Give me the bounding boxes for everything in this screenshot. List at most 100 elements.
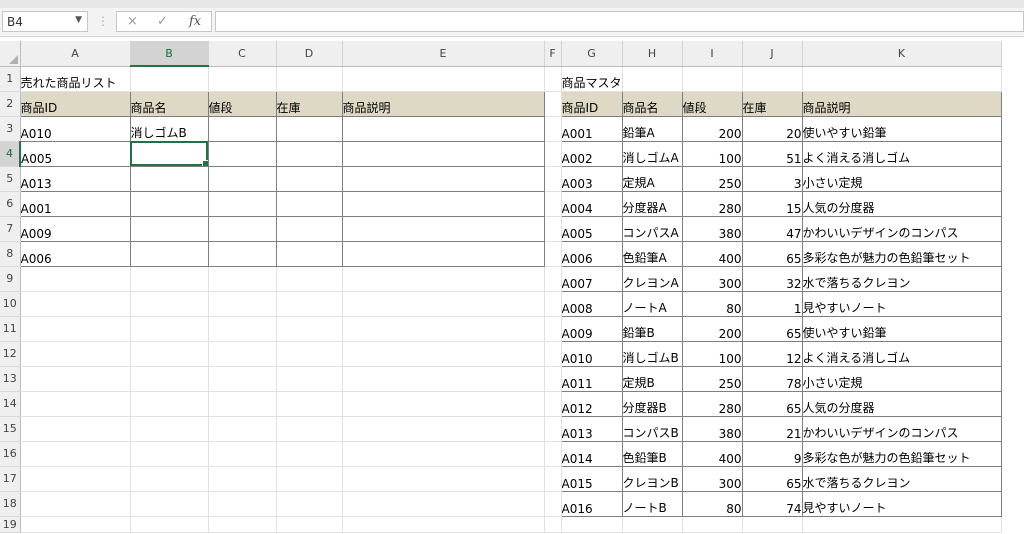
cell-i12[interactable]: 100 [681,340,743,367]
cell-e4[interactable] [341,140,545,167]
cell-f5[interactable] [544,166,562,192]
cell-b8[interactable] [129,240,209,267]
cell-h9[interactable]: クレヨンA [621,265,683,292]
row-header-14[interactable]: 14 [0,391,21,417]
cell-g2[interactable]: 商品ID [560,90,623,117]
cell-k2[interactable]: 商品説明 [801,90,1002,117]
cell-k15[interactable]: かわいいデザインのコンパス [801,415,1002,442]
cell-d9[interactable] [276,266,343,292]
cell-j11[interactable]: 65 [741,315,803,342]
cell-k13[interactable]: 小さい定規 [801,365,1002,392]
cell-k18[interactable]: 見やすいノート [801,490,1002,517]
row-header-16[interactable]: 16 [0,441,21,467]
cell-d13[interactable] [276,366,343,392]
cell-i5[interactable]: 250 [681,165,743,192]
cell-j18[interactable]: 74 [741,490,803,517]
cell-b7[interactable] [129,215,209,242]
cell-h10[interactable]: ノートA [621,290,683,317]
row-header-19[interactable]: 19 [0,516,21,533]
cell-j2[interactable]: 在庫 [741,90,803,117]
cell-h7[interactable]: コンパスA [621,215,683,242]
cell-i3[interactable]: 200 [681,115,743,142]
cell-h13[interactable]: 定規B [621,365,683,392]
column-header-d[interactable]: D [276,41,343,67]
cell-h19[interactable] [622,516,683,533]
cell-d10[interactable] [276,291,343,317]
cell-e9[interactable] [342,266,545,292]
cell-j17[interactable]: 65 [741,465,803,492]
cell-a7[interactable]: A009 [19,215,131,242]
cell-h11[interactable]: 鉛筆B [621,315,683,342]
fill-handle[interactable] [201,159,207,165]
cell-k9[interactable]: 水で落ちるクレヨン [801,265,1002,292]
cell-f19[interactable] [544,516,562,533]
cell-b9[interactable] [130,266,209,292]
row-header-1[interactable]: 1 [0,66,21,92]
cell-b5[interactable] [129,165,209,192]
cell-b6[interactable] [129,190,209,217]
cell-d19[interactable] [276,516,343,533]
cell-g10[interactable]: A008 [560,290,623,317]
row-header-17[interactable]: 17 [0,466,21,492]
cell-k14[interactable]: 人気の分度器 [801,390,1002,417]
cell-i13[interactable]: 250 [681,365,743,392]
cell-a10[interactable] [20,291,131,317]
column-header-g[interactable]: G [561,41,623,67]
cell-a2[interactable]: 商品ID [19,90,131,117]
cell-c19[interactable] [208,516,277,533]
cell-e13[interactable] [342,366,545,392]
column-header-c[interactable]: C [208,41,277,67]
cell-e12[interactable] [342,341,545,367]
cell-f1[interactable] [544,66,562,92]
cell-a6[interactable]: A001 [19,190,131,217]
cell-e5[interactable] [341,165,545,192]
cell-k12[interactable]: よく消える消しゴム [801,340,1002,367]
cell-e19[interactable] [342,516,545,533]
cell-g18[interactable]: A016 [560,490,623,517]
cell-h8[interactable]: 色鉛筆A [621,240,683,267]
cell-c15[interactable] [208,416,277,442]
column-header-a[interactable]: A [20,41,131,67]
cell-j3[interactable]: 20 [741,115,803,142]
cell-h17[interactable]: クレヨンB [621,465,683,492]
formula-input[interactable] [215,11,1024,32]
cell-k6[interactable]: 人気の分度器 [801,190,1002,217]
cell-e15[interactable] [342,416,545,442]
column-header-b[interactable]: B [130,41,209,67]
cell-b16[interactable] [130,441,209,467]
row-header-6[interactable]: 6 [0,191,21,217]
cell-h15[interactable]: コンパスB [621,415,683,442]
cell-h12[interactable]: 消しゴムB [621,340,683,367]
cell-f11[interactable] [544,316,562,342]
cell-e7[interactable] [341,215,545,242]
cell-j4[interactable]: 51 [741,140,803,167]
cell-f8[interactable] [544,241,562,267]
cell-c2[interactable]: 値段 [207,90,277,117]
cell-f7[interactable] [544,216,562,242]
cell-g1[interactable]: 商品マスタ [561,66,623,92]
cell-d15[interactable] [276,416,343,442]
cell-a12[interactable] [20,341,131,367]
cell-j15[interactable]: 21 [741,415,803,442]
cell-a5[interactable]: A013 [19,165,131,192]
cell-i18[interactable]: 80 [681,490,743,517]
cell-d18[interactable] [276,491,343,517]
cell-e18[interactable] [342,491,545,517]
cell-e10[interactable] [342,291,545,317]
cell-e2[interactable]: 商品説明 [341,90,545,117]
cell-e17[interactable] [342,466,545,492]
cell-f4[interactable] [544,141,562,167]
cell-h16[interactable]: 色鉛筆B [621,440,683,467]
cell-i17[interactable]: 300 [681,465,743,492]
cell-d14[interactable] [276,391,343,417]
cell-g11[interactable]: A009 [560,315,623,342]
column-header-e[interactable]: E [342,41,545,67]
cell-j12[interactable]: 12 [741,340,803,367]
cell-d12[interactable] [276,341,343,367]
cell-b19[interactable] [130,516,209,533]
cell-c4[interactable] [207,140,277,167]
cell-j16[interactable]: 9 [741,440,803,467]
cell-k8[interactable]: 多彩な色が魅力の色鉛筆セット [801,240,1002,267]
cell-d7[interactable] [275,215,343,242]
cell-b3[interactable]: 消しゴムB [129,115,209,142]
